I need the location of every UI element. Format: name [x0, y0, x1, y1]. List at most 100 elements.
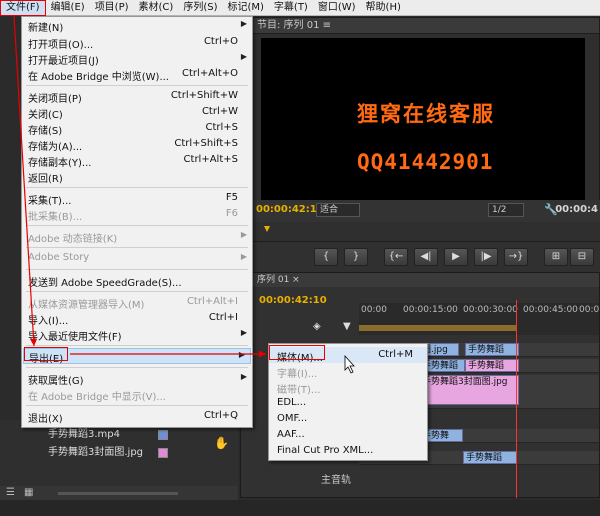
- menu-item-dynamic-link[interactable]: Adobe 动态链接(K) ▶: [22, 228, 252, 245]
- menu-item-revert[interactable]: 返回(R): [22, 168, 252, 185]
- export-highlight-box: [24, 347, 68, 361]
- menu-file[interactable]: 文件(F): [0, 0, 46, 16]
- menu-item-send-speedgrade[interactable]: 发送到 Adobe SpeedGrade(S)...: [22, 272, 252, 289]
- menu-item-new[interactable]: 新建(N) ▶: [22, 17, 252, 34]
- timeline-ruler[interactable]: 00:00 00:00:15:00 00:00:30:00 00:00:45:0…: [359, 303, 600, 335]
- menu-item-get-properties[interactable]: 获取属性(G) ▶: [22, 370, 252, 387]
- submenu-arrow-icon: ▶: [240, 372, 247, 381]
- timeline-clip[interactable]: 手势舞蹈3封面图.jpg: [419, 375, 519, 405]
- menu-separator: [26, 85, 248, 86]
- menu-separator: [26, 345, 248, 346]
- menu-item-open-project[interactable]: 打开项目(O)... Ctrl+O: [22, 34, 252, 51]
- go-to-out-button[interactable]: →}: [504, 248, 528, 266]
- menu-item-export-aaf[interactable]: AAF...: [269, 427, 427, 443]
- menu-item-close-project[interactable]: 关闭项目(P) Ctrl+Shift+W: [22, 88, 252, 105]
- project-footer: ☰ ▦: [0, 486, 238, 500]
- menu-item-capture[interactable]: 采集(T)... F5: [22, 190, 252, 207]
- work-area-bar[interactable]: [359, 325, 517, 331]
- menu-separator: [26, 405, 248, 406]
- zoom-slider[interactable]: [58, 492, 178, 495]
- menu-title[interactable]: 字幕(T): [269, 0, 313, 16]
- menu-sequence[interactable]: 序列(S): [178, 0, 222, 16]
- monitor-duration: 00:00:4: [555, 204, 598, 215]
- mark-in-button[interactable]: {: [314, 248, 338, 266]
- timeline-clip[interactable]: 手势舞蹈: [465, 343, 519, 356]
- program-monitor: 节目: 序列 01 ≡ 狸窝在线客服 QQ41442901: [252, 17, 600, 229]
- menu-clip[interactable]: 素材(C): [134, 0, 179, 16]
- overlay-text-line1: 狸窝在线客服: [357, 101, 495, 126]
- menu-item-open-recent[interactable]: 打开最近项目(J) ▶: [22, 50, 252, 67]
- status-bar: [0, 500, 600, 516]
- label-color-swatch: [158, 430, 168, 440]
- menu-project[interactable]: 项目(P): [90, 0, 134, 16]
- menu-item-browse-bridge[interactable]: 在 Adobe Bridge 中浏览(W)... Ctrl+Alt+O: [22, 66, 252, 83]
- monitor-controls: 00:00:42:10 适合 1/2 🔧 00:00:4: [252, 200, 600, 222]
- menu-item-export-fcp-xml[interactable]: Final Cut Pro XML...: [269, 443, 427, 459]
- marker-icon[interactable]: ▼: [343, 321, 351, 332]
- snap-icon[interactable]: ◈: [313, 321, 321, 332]
- fit-select[interactable]: 适合: [316, 203, 360, 217]
- project-item[interactable]: 手势舞蹈3.mp4: [28, 427, 208, 443]
- menu-item-export-omf[interactable]: OMF...: [269, 411, 427, 427]
- submenu-arrow-icon: ▶: [238, 350, 245, 359]
- timeline-clip[interactable]: 手势舞蹈: [463, 451, 517, 464]
- ruler-tick: 00:00:30:00: [463, 305, 518, 315]
- ruler-tick: 00:00: [361, 305, 387, 315]
- export-submenu: 媒体(M)... Ctrl+M 字幕(I)... 磁带(T)... EDL... …: [268, 343, 428, 461]
- menu-separator: [26, 269, 248, 270]
- menu-item-close[interactable]: 关闭(C) Ctrl+W: [22, 104, 252, 121]
- menu-item-export-captions[interactable]: 字幕(I)...: [269, 363, 427, 380]
- menu-item-save-copy[interactable]: 存储副本(Y)... Ctrl+Alt+S: [22, 152, 252, 169]
- menu-separator: [26, 225, 248, 226]
- project-item[interactable]: 手势舞蹈3封面图.jpg: [28, 445, 208, 461]
- submenu-arrow-icon: ▶: [240, 52, 247, 61]
- menu-item-import-recent[interactable]: 导入最近使用文件(F) ▶: [22, 326, 252, 343]
- menu-separator: [26, 187, 248, 188]
- menu-item-batch-capture[interactable]: 批采集(B)... F6: [22, 206, 252, 223]
- menu-edit[interactable]: 编辑(E): [46, 0, 90, 16]
- lift-button[interactable]: ⊞: [544, 248, 568, 266]
- mark-out-button[interactable]: }: [344, 248, 368, 266]
- menu-marker[interactable]: 标记(M): [222, 0, 268, 16]
- ruler-tick: 00:01: [579, 305, 600, 315]
- menu-help[interactable]: 帮助(H): [361, 0, 406, 16]
- premiere-window: 文件(F) 编辑(E) 项目(P) 素材(C) 序列(S) 标记(M) 字幕(T…: [0, 0, 600, 516]
- timeline-tab[interactable]: 序列 01 ×: [241, 273, 599, 287]
- step-back-button[interactable]: ◀|: [414, 248, 438, 266]
- play-button[interactable]: ▶: [444, 248, 468, 266]
- ruler-tick: 00:00:15:00: [403, 305, 458, 315]
- monitor-timecode[interactable]: 00:00:42:10: [256, 204, 324, 215]
- submenu-arrow-icon: ▶: [240, 230, 247, 239]
- transport-bar: { } {← ◀| ▶ |▶ →} ⊞ ⊟: [252, 242, 600, 272]
- extract-button[interactable]: ⊟: [570, 248, 594, 266]
- icon-view-icon[interactable]: ▦: [24, 487, 33, 498]
- playhead-marker-icon[interactable]: [264, 226, 270, 232]
- menu-item-save[interactable]: 存储(S) Ctrl+S: [22, 120, 252, 137]
- monitor-screen: 狸窝在线客服 QQ41442901: [261, 38, 585, 214]
- submenu-arrow-icon: ▶: [240, 328, 247, 337]
- menu-item-export-tape[interactable]: 磁带(T)...: [269, 379, 427, 396]
- menu-item-adobe-story[interactable]: Adobe Story ▶: [22, 250, 252, 266]
- timeline-timecode[interactable]: 00:00:42:10: [259, 295, 327, 306]
- menu-item-import-media-browser[interactable]: 从媒体资源管理器导入(M) Ctrl+Alt+I: [22, 294, 252, 311]
- timeline-playhead[interactable]: [516, 300, 517, 498]
- menu-item-import[interactable]: 导入(I)... Ctrl+I: [22, 310, 252, 327]
- master-track-label: 主音轨: [321, 475, 351, 486]
- menu-item-export-edl[interactable]: EDL...: [269, 395, 427, 411]
- menu-window[interactable]: 窗口(W): [313, 0, 361, 16]
- project-item-name: 手势舞蹈3封面图.jpg: [48, 447, 144, 458]
- menu-separator: [26, 291, 248, 292]
- resolution-select[interactable]: 1/2: [488, 203, 524, 217]
- menu-item-reveal-bridge[interactable]: 在 Adobe Bridge 中显示(V)...: [22, 386, 252, 403]
- submenu-arrow-icon: ▶: [240, 19, 247, 28]
- monitor-ruler[interactable]: [252, 222, 600, 242]
- menu-item-save-as[interactable]: 存储为(A)... Ctrl+Shift+S: [22, 136, 252, 153]
- hand-tool-icon[interactable]: ✋: [214, 436, 229, 450]
- ruler-tick: 00:00:45:00: [523, 305, 578, 315]
- go-to-in-button[interactable]: {←: [384, 248, 408, 266]
- menu-item-exit[interactable]: 退出(X) Ctrl+Q: [22, 408, 252, 425]
- step-forward-button[interactable]: |▶: [474, 248, 498, 266]
- timeline-clip[interactable]: 手势舞蹈: [465, 359, 519, 372]
- list-view-icon[interactable]: ☰: [6, 487, 15, 498]
- monitor-tab[interactable]: 节目: 序列 01 ≡: [253, 18, 599, 34]
